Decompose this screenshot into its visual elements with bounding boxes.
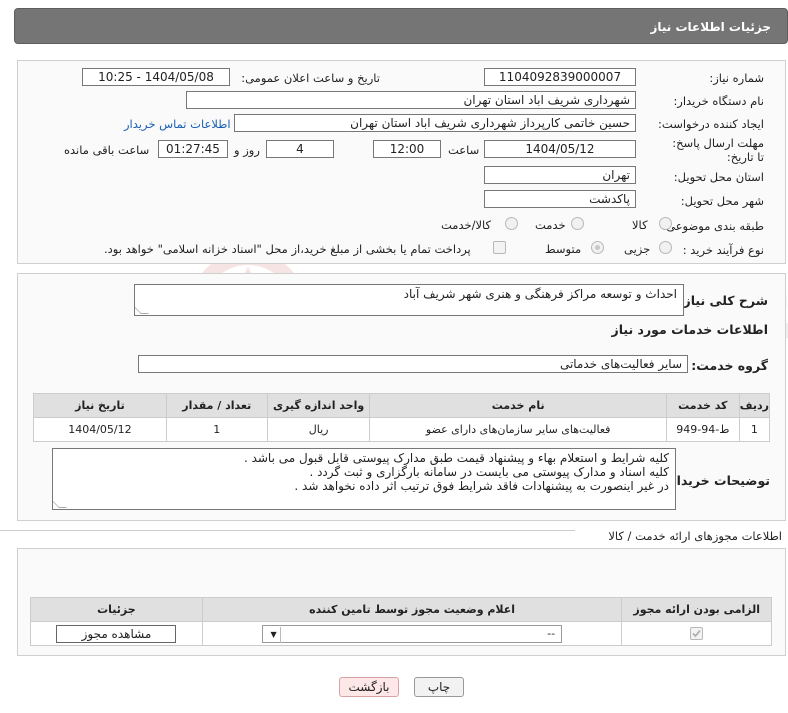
col-need-date: تاریخ نیاز — [33, 393, 167, 418]
cell-need-date: 1404/05/12 — [33, 417, 167, 442]
deadline-label: مهلت ارسال پاسخ: تا تاریخ: — [672, 136, 764, 164]
permit-status-select-arrow: ▼ — [267, 626, 282, 643]
services-section-title: اطلاعات خدمات مورد نیاز — [611, 322, 769, 337]
page-title: جزئیات اطلاعات نیاز — [650, 20, 771, 34]
back-button[interactable]: بازگشت — [339, 677, 399, 697]
purchase-medium-radio[interactable] — [591, 241, 604, 254]
purchase-type-label: نوع فرآیند خرید : — [682, 243, 764, 257]
requester-field: حسین خاتمی کارپرداز شهرداری شریف اباد اس… — [234, 114, 636, 132]
requester-label: ایجاد کننده درخواست: — [658, 117, 764, 131]
announce-label: تاریخ و ساعت اعلان عمومی: — [241, 71, 380, 85]
permits-divider — [0, 530, 575, 531]
category-service-label: خدمت — [535, 218, 566, 232]
deadline-date-field: 1404/05/12 — [484, 140, 636, 158]
category-label: طبقه بندی موضوعی: — [662, 219, 764, 233]
city-field: پاکدشت — [484, 190, 636, 208]
purchase-medium-label: متوسط — [545, 242, 582, 256]
buyer-notes-line-2: کلیه اسناد و مدارک پیوستی می بایست در سا… — [309, 465, 669, 479]
cell-row-number: 1 — [738, 417, 771, 442]
buyer-contact-link[interactable]: اطلاعات تماس خریدار — [124, 117, 231, 131]
buyer-notes-line-3: در غیر اینصورت به پیشنهادات فاقد شرایط ف… — [294, 479, 669, 493]
service-group-label: گروه خدمت: — [691, 358, 768, 373]
col-permit-details: جزئیات — [30, 597, 203, 622]
category-goods-service-radio[interactable] — [505, 217, 518, 230]
deadline-time-label: ساعت — [448, 143, 480, 157]
city-label: شهر محل تحویل: — [680, 194, 764, 208]
cell-unit: ریال — [266, 417, 371, 442]
service-group-field: سایر فعالیت‌های خدماتی — [138, 355, 688, 373]
remaining-time-label: ساعت باقی مانده — [64, 143, 150, 157]
summary-textarea: احداث و توسعه مراکز فرهنگی و هنری شهر شر… — [134, 284, 684, 316]
permit-required-checkbox — [690, 627, 704, 641]
purchase-minor-label: جزیی — [624, 242, 651, 256]
col-permit-status: اعلام وضعیت مجوز توسط تامین کننده — [201, 597, 623, 622]
resize-grip-icon — [135, 306, 149, 314]
treasury-payment-checkbox[interactable] — [493, 241, 506, 254]
print-button[interactable]: چاپ — [414, 677, 464, 697]
remaining-time-field: 01:27:45 — [158, 140, 228, 158]
need-number-label: شماره نیاز: — [709, 71, 764, 85]
permit-status-select[interactable]: ▼ -- — [262, 624, 563, 643]
permits-table-header: الزامی بودن ارائه مجوز اعلام وضعیت مجوز … — [30, 597, 772, 622]
buyer-notes-line-1: کلیه شرایط و استعلام بهاء و پیشنهاد قیمت… — [243, 451, 669, 465]
resize-grip-icon — [53, 500, 67, 508]
permit-status-select-value: -- — [547, 626, 556, 640]
category-goods-radio[interactable] — [659, 217, 672, 230]
category-goods-label: کالا — [632, 218, 648, 232]
cell-service-code: ط-94-949 — [665, 417, 740, 442]
view-permit-button[interactable]: مشاهده مجوز — [56, 624, 177, 643]
province-field: تهران — [484, 166, 636, 184]
table-row: ▼ -- مشاهده مجوز — [30, 621, 772, 646]
table-row: 1 ط-94-949 فعالیت‌های سایر سازمان‌های دا… — [33, 417, 771, 442]
permits-table: الزامی بودن ارائه مجوز اعلام وضعیت مجوز … — [30, 597, 772, 646]
permits-section-title: اطلاعات مجوزهای ارائه خدمت / کالا — [608, 529, 782, 543]
buyer-org-label: نام دستگاه خریدار: — [673, 94, 764, 108]
buyer-org-field: شهرداری شریف اباد استان تهران — [186, 91, 636, 109]
announce-datetime-field: 1404/05/08 - 10:25 — [82, 68, 230, 86]
days-label: روز و — [234, 143, 260, 157]
col-row-number: ردیف — [738, 393, 771, 418]
purchase-minor-radio[interactable] — [659, 241, 672, 254]
col-service-code: کد خدمت — [665, 393, 740, 418]
page-header: جزئیات اطلاعات نیاز — [14, 8, 788, 44]
treasury-payment-note: پرداخت تمام یا بخشی از مبلغ خرید،از محل … — [104, 242, 471, 256]
days-field: 4 — [266, 140, 334, 158]
summary-text: احداث و توسعه مراکز فرهنگی و هنری شهر شر… — [403, 287, 677, 301]
need-number-field: 1104092839000007 — [484, 68, 636, 86]
buyer-notes-label: توضیحات خریدار: — [664, 473, 770, 488]
cell-service-name: فعالیت‌های سایر سازمان‌های دارای عضو — [369, 417, 667, 442]
services-table-header: ردیف کد خدمت نام خدمت واحد اندازه گیری ت… — [33, 393, 771, 418]
category-service-radio[interactable] — [571, 217, 584, 230]
services-table: ردیف کد خدمت نام خدمت واحد اندازه گیری ت… — [33, 393, 771, 442]
cell-quantity: 1 — [165, 417, 268, 442]
deadline-time-field: 12:00 — [373, 140, 441, 158]
col-service-name: نام خدمت — [369, 393, 667, 418]
summary-label: شرح کلی نیاز: — [678, 293, 768, 308]
buyer-notes-textarea: کلیه شرایط و استعلام بهاء و پیشنهاد قیمت… — [52, 448, 676, 510]
check-icon — [692, 630, 701, 638]
category-goods-service-label: کالا/خدمت — [441, 218, 492, 232]
col-quantity: تعداد / مقدار — [165, 393, 268, 418]
col-unit: واحد اندازه گیری — [266, 393, 371, 418]
col-permit-required: الزامی بودن ارائه مجوز — [621, 597, 772, 622]
province-label: استان محل تحویل: — [673, 170, 764, 184]
